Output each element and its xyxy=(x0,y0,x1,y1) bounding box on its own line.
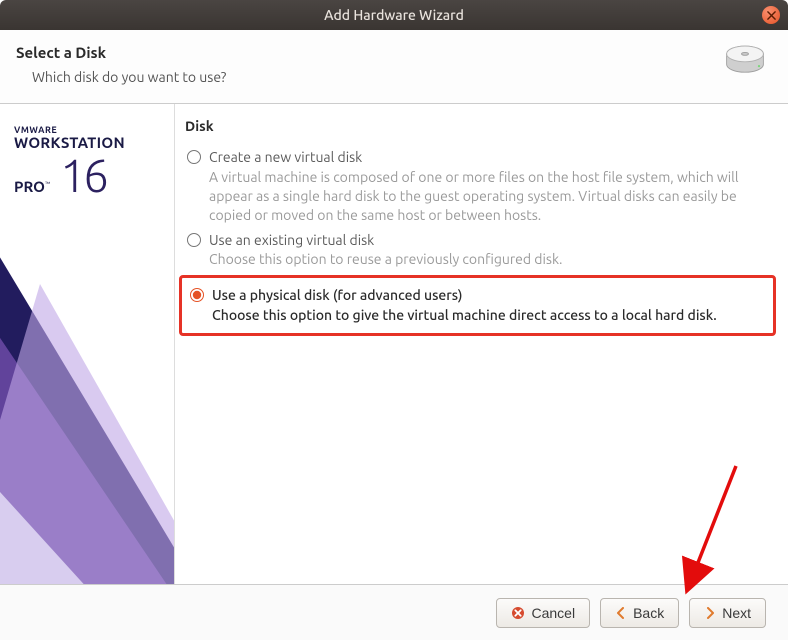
button-label: Next xyxy=(722,605,751,621)
back-button[interactable]: Back xyxy=(600,598,679,628)
titlebar: Add Hardware Wizard xyxy=(0,0,788,30)
window-title: Add Hardware Wizard xyxy=(0,7,788,23)
radio-existing-disk[interactable] xyxy=(187,233,201,270)
chevron-right-icon xyxy=(704,607,716,619)
option-desc: A virtual machine is composed of one or … xyxy=(209,168,768,225)
wizard-body: VMWARE WORKSTATION PRO™ 16 Disk Create a… xyxy=(0,104,788,584)
close-icon[interactable] xyxy=(762,6,780,24)
cancel-icon xyxy=(511,606,525,620)
option-desc: Choose this option to give the virtual m… xyxy=(212,306,717,325)
main-panel: Disk Create a new virtual disk A virtual… xyxy=(175,104,788,584)
radio-create-new-disk[interactable] xyxy=(187,150,201,225)
sidebar-decoration xyxy=(0,224,175,584)
chevron-left-icon xyxy=(615,607,627,619)
hard-disk-icon xyxy=(724,44,766,79)
header-text: Select a Disk Which disk do you want to … xyxy=(16,44,226,85)
button-label: Cancel xyxy=(531,605,575,621)
next-button[interactable]: Next xyxy=(689,598,766,628)
option-label: Use a physical disk (for advanced users) xyxy=(212,286,717,305)
option-label: Create a new virtual disk xyxy=(209,148,768,167)
wizard-window: Add Hardware Wizard Select a Disk Which … xyxy=(0,0,788,640)
page-title: Select a Disk xyxy=(16,44,226,61)
option-label: Use an existing virtual disk xyxy=(209,231,562,250)
wizard-header: Select a Disk Which disk do you want to … xyxy=(0,30,788,104)
option-physical-disk[interactable]: Use a physical disk (for advanced users)… xyxy=(188,282,767,327)
sidebar: VMWARE WORKSTATION PRO™ 16 xyxy=(0,104,175,584)
radio-physical-disk[interactable] xyxy=(190,288,204,325)
option-create-new-disk[interactable]: Create a new virtual disk A virtual mach… xyxy=(185,144,770,227)
wizard-footer: Cancel Back Next xyxy=(0,584,788,640)
option-desc: Choose this option to reuse a previously… xyxy=(209,250,562,269)
cancel-button[interactable]: Cancel xyxy=(496,598,590,628)
button-label: Back xyxy=(633,605,664,621)
vmware-logo: VMWARE WORKSTATION PRO™ 16 xyxy=(14,126,125,199)
option-existing-disk[interactable]: Use an existing virtual disk Choose this… xyxy=(185,227,770,272)
annotation-highlight: Use a physical disk (for advanced users)… xyxy=(179,275,776,336)
brand-pro: PRO™ xyxy=(14,179,50,195)
brand-version: 16 xyxy=(60,151,106,199)
page-subtitle: Which disk do you want to use? xyxy=(32,69,226,85)
section-title: Disk xyxy=(185,118,770,134)
